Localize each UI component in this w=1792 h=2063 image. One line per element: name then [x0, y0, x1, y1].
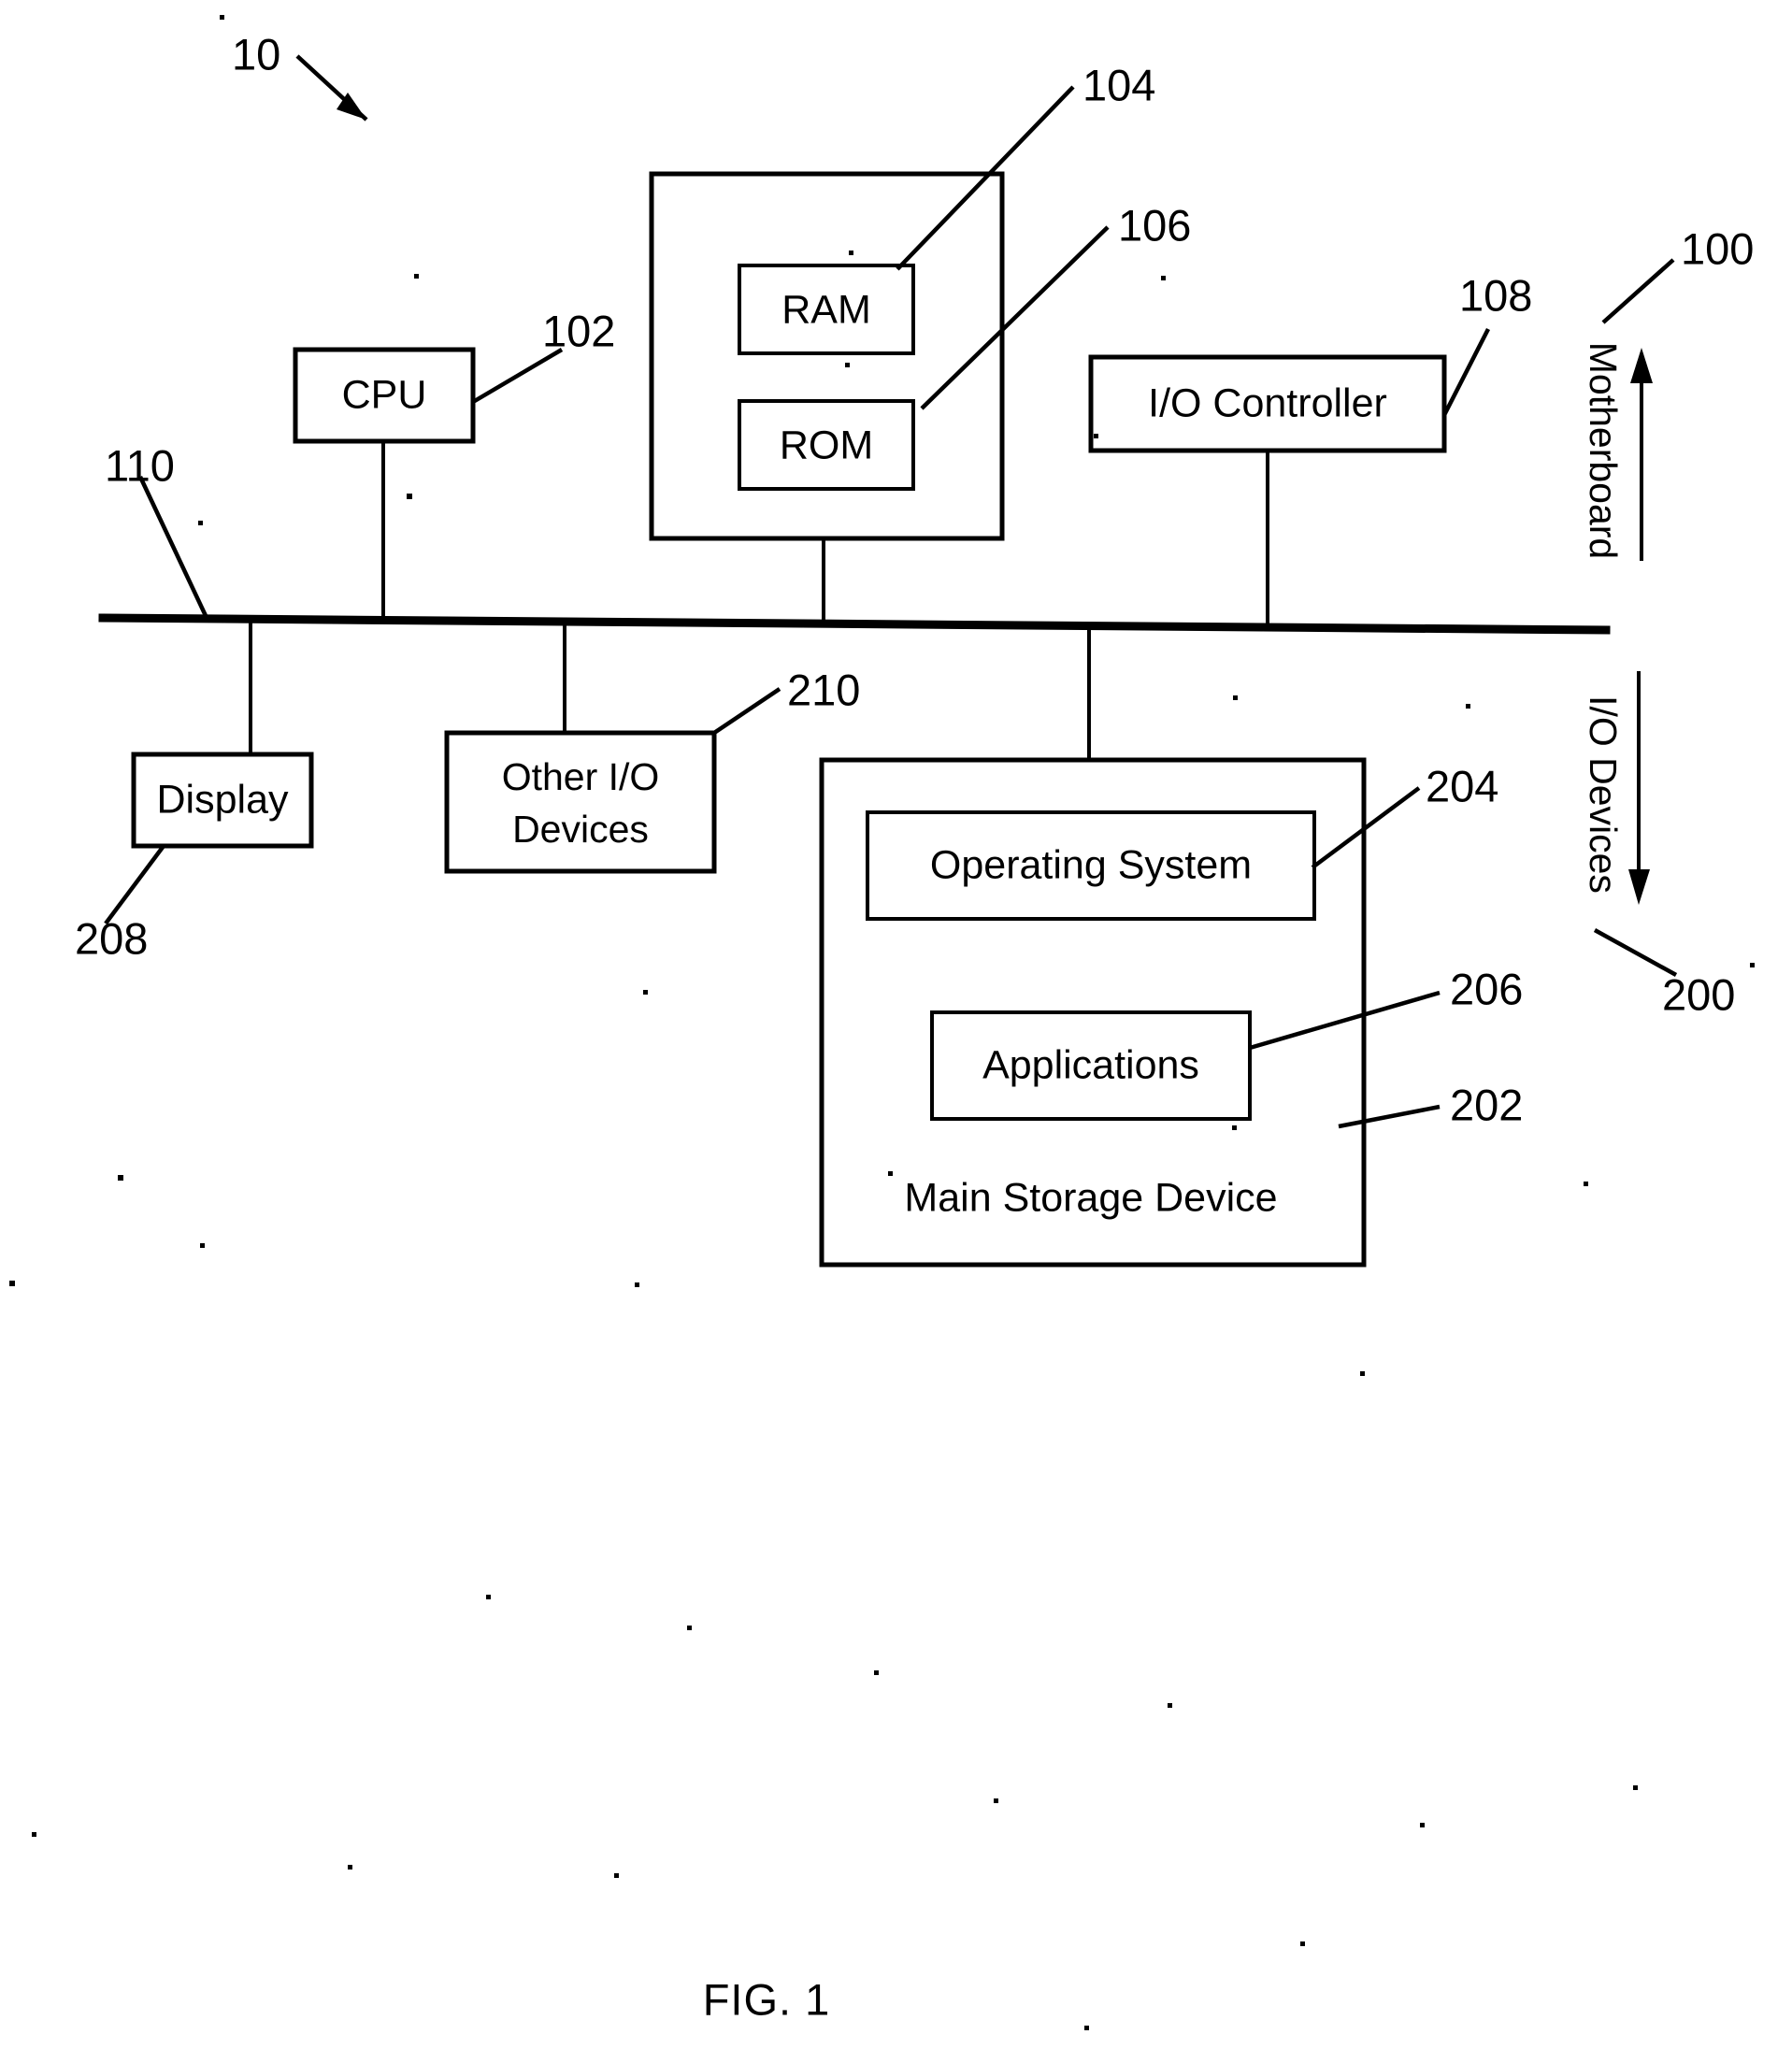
operating-system-label: Operating System: [930, 842, 1252, 887]
cpu-block-group: CPU 102: [293, 306, 615, 619]
applications-label: Applications: [982, 1042, 1199, 1087]
main-storage-label: Main Storage Device: [904, 1175, 1277, 1220]
io-devices-label: I/O Devices: [1582, 695, 1625, 894]
other-io-devices-label-line1: Other I/O: [502, 755, 660, 798]
ref-102-label: 102: [542, 306, 615, 355]
ref-110-leader: [137, 476, 210, 621]
io-devices-group-annotation: I/O Devices 200: [1582, 671, 1735, 1019]
ref-210-label: 210: [787, 665, 860, 714]
ref-100-label: 100: [1681, 223, 1754, 273]
display-label: Display: [157, 777, 289, 822]
ref-204-label: 204: [1426, 761, 1498, 810]
ref-102-leader: [471, 348, 564, 404]
motherboard-label: Motherboard: [1582, 342, 1625, 559]
io-controller-block-group: I/O Controller 108: [1088, 270, 1532, 626]
ref-208-label: 208: [75, 913, 148, 963]
memory-container-group: RAM ROM 104 106: [649, 60, 1191, 623]
io-controller-label: I/O Controller: [1148, 380, 1387, 425]
other-io-devices-block-group: Other I/O Devices 210: [444, 621, 860, 874]
ref-108-leader: [1441, 327, 1491, 417]
io-devices-arrow-head-down: [1628, 869, 1650, 905]
ref-208-leader: [104, 844, 165, 925]
ref-106-label: 106: [1118, 200, 1191, 250]
ref-200-leader: [1593, 928, 1678, 977]
ref-202-label: 202: [1450, 1080, 1523, 1129]
cpu-label: CPU: [342, 372, 427, 417]
diagram-canvas: 10 CPU 102 RAM ROM 104 106 I/O Controlle…: [9, 15, 1755, 2030]
rom-label: ROM: [780, 423, 873, 467]
ref-108-label: 108: [1459, 270, 1532, 320]
display-block-group: Display 208: [75, 619, 314, 963]
system-ref-10-group: 10: [232, 29, 368, 122]
patent-figure: 10 CPU 102 RAM ROM 104 106 I/O Controlle…: [0, 0, 1792, 2063]
ref-104-label: 104: [1082, 60, 1155, 109]
ref-110-label: 110: [105, 440, 175, 490]
ref-210-leader: [712, 687, 781, 735]
figure-caption: FIG. 1: [703, 1974, 831, 2024]
system-bus-line: [98, 613, 1611, 635]
ref-200-label: 200: [1662, 969, 1735, 1019]
main-storage-device-group: Operating System Applications Main Stora…: [819, 627, 1523, 1268]
ref-100-leader: [1601, 258, 1675, 324]
other-io-devices-label-line2: Devices: [512, 808, 649, 851]
motherboard-group-annotation: Motherboard 100: [1582, 223, 1754, 561]
motherboard-arrow-head-up: [1630, 348, 1653, 383]
ref-10-label: 10: [232, 29, 280, 79]
ref-206-label: 206: [1450, 964, 1523, 1013]
ram-label: RAM: [781, 287, 871, 332]
